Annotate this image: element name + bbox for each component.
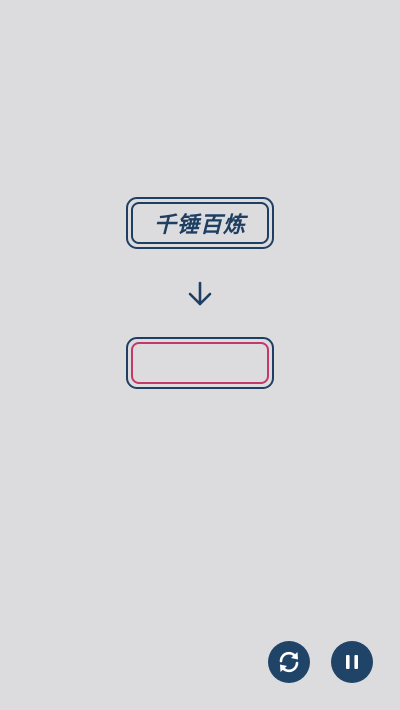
refresh-icon — [279, 651, 299, 673]
prompt-word-text: 千锤百炼 — [153, 213, 246, 238]
prompt-word-card: 千锤百炼 — [126, 197, 274, 249]
game-screen: 千锤百炼 — [0, 0, 400, 710]
answer-slot[interactable] — [126, 337, 274, 389]
pause-icon — [346, 655, 358, 669]
prompt-word-inner: 千锤百炼 — [131, 202, 269, 244]
arrow-down-icon — [188, 281, 212, 306]
pause-button[interactable] — [331, 641, 373, 683]
answer-slot-inner — [131, 342, 269, 384]
refresh-button[interactable] — [268, 641, 310, 683]
